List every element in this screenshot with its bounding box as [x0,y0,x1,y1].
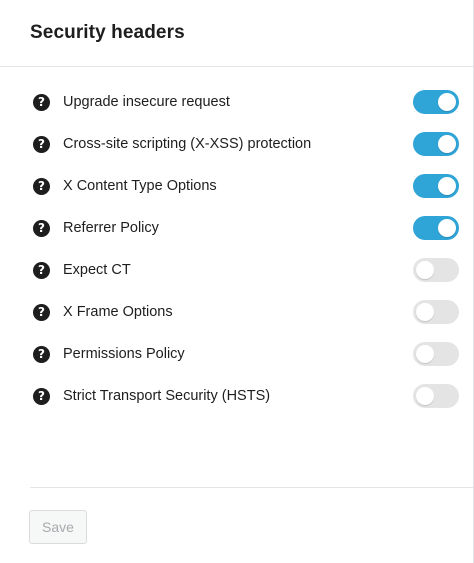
setting-row-expect-ct: ? Expect CT [0,249,474,291]
setting-label: Permissions Policy [63,346,185,362]
toggle-switch[interactable] [413,132,459,156]
toggle-switch[interactable] [413,258,459,282]
toggle-knob [438,135,456,153]
toggle-switch[interactable] [413,174,459,198]
security-headers-panel: Security headers ? Upgrade insecure requ… [0,0,474,563]
setting-label: X Content Type Options [63,178,217,194]
toggle-switch[interactable] [413,300,459,324]
help-icon[interactable]: ? [33,219,50,237]
toggle-switch[interactable] [413,384,459,408]
toggle-knob [416,303,434,321]
setting-row-x-content-type-options: ? X Content Type Options [0,165,474,207]
toggle-knob [416,345,434,363]
help-icon[interactable]: ? [33,387,50,405]
setting-row-referrer-policy: ? Referrer Policy [0,207,474,249]
setting-row-x-frame-options: ? X Frame Options [0,291,474,333]
setting-row-permissions-policy: ? Permissions Policy [0,333,474,375]
setting-label: X Frame Options [63,304,173,320]
toggle-knob [416,387,434,405]
setting-label: Expect CT [63,262,131,278]
setting-row-xss-protection: ? Cross-site scripting (X-XSS) protectio… [0,123,474,165]
setting-label: Strict Transport Security (HSTS) [63,388,271,404]
toggle-knob [416,261,434,279]
help-icon[interactable]: ? [33,93,50,111]
help-icon[interactable]: ? [33,135,50,153]
setting-label: Cross-site scripting (X-XSS) protection [63,136,312,152]
setting-label: Upgrade insecure request [63,94,230,110]
toggle-knob [438,219,456,237]
setting-label: Referrer Policy [63,220,159,236]
help-icon[interactable]: ? [33,303,50,321]
help-icon[interactable]: ? [33,345,50,363]
setting-row-hsts: ? Strict Transport Security (HSTS) [0,375,474,417]
toggle-knob [438,177,456,195]
toggle-knob [438,93,456,111]
toggle-switch[interactable] [413,90,459,114]
footer-divider [30,487,474,488]
setting-row-upgrade-insecure-request: ? Upgrade insecure request [0,81,474,123]
panel-header: Security headers [0,0,473,67]
help-icon[interactable]: ? [33,177,50,195]
page-title: Security headers [30,22,185,43]
save-button[interactable]: Save [29,510,87,544]
help-icon[interactable]: ? [33,261,50,279]
settings-list: ? Upgrade insecure request ? Cross-site … [0,81,474,417]
toggle-switch[interactable] [413,342,459,366]
toggle-switch[interactable] [413,216,459,240]
